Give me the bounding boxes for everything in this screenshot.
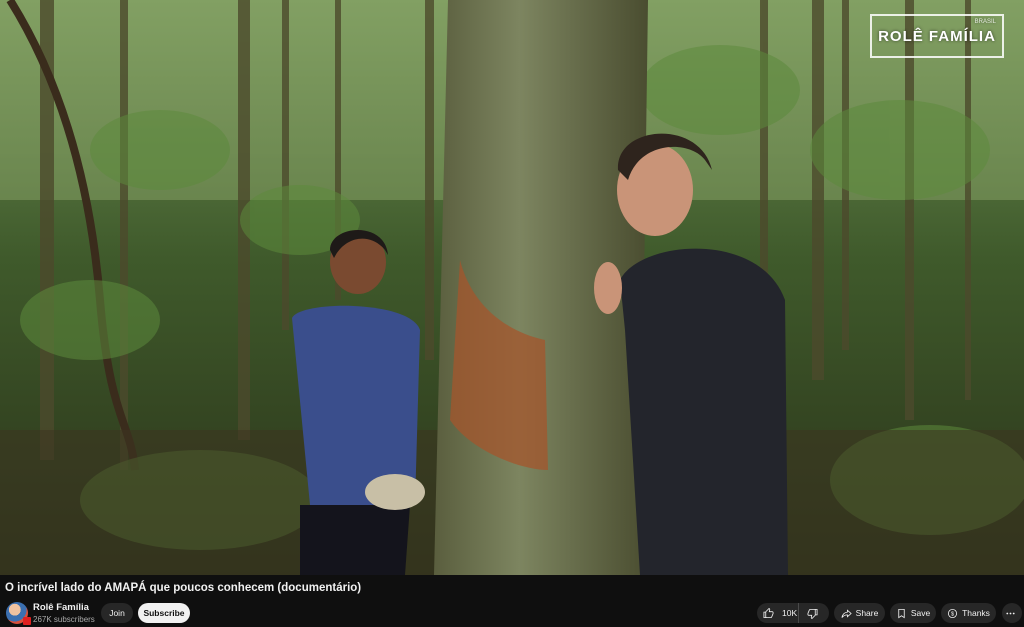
video-info-bar: O incrível lado do AMAPÁ que poucos conh… xyxy=(0,575,1024,627)
save-icon xyxy=(898,608,905,618)
live-badge-icon xyxy=(23,617,31,625)
watermark-subtext: BRASIL xyxy=(974,19,996,25)
join-button[interactable]: Join xyxy=(101,603,133,623)
share-button[interactable]: Share xyxy=(834,603,885,623)
channel-name[interactable]: Rolê Família xyxy=(33,602,89,613)
like-dislike-group: 10K xyxy=(757,603,829,623)
thanks-button[interactable]: $ Thanks xyxy=(941,603,996,623)
like-count: 10K xyxy=(782,608,798,618)
thanks-label: Thanks xyxy=(962,608,990,618)
watermark-text: ROLÊ FAMÍLIA xyxy=(878,27,996,45)
thanks-icon: $ xyxy=(948,608,958,618)
subscribe-button[interactable]: Subscribe xyxy=(138,603,190,623)
channel-avatar[interactable] xyxy=(6,602,31,625)
more-icon xyxy=(1005,612,1015,614)
video-frame xyxy=(0,0,1024,575)
thumb-down-icon xyxy=(807,608,817,619)
channel-watermark: ROLÊ FAMÍLIA BRASIL xyxy=(870,14,1004,58)
like-button[interactable]: 10K xyxy=(757,603,799,623)
video-title: O incrível lado do AMAPÁ que poucos conh… xyxy=(5,582,362,594)
save-label: Save xyxy=(910,608,931,618)
share-label: Share xyxy=(855,608,879,618)
save-button[interactable]: Save xyxy=(890,603,936,623)
video-player[interactable]: ROLÊ FAMÍLIA BRASIL xyxy=(0,0,1024,575)
svg-text:$: $ xyxy=(951,611,954,617)
share-icon xyxy=(841,608,852,618)
thumb-up-icon xyxy=(763,607,774,618)
more-actions-button[interactable] xyxy=(1002,603,1022,623)
dislike-button[interactable] xyxy=(799,603,829,623)
subscriber-count: 267K subscribers xyxy=(33,615,95,624)
